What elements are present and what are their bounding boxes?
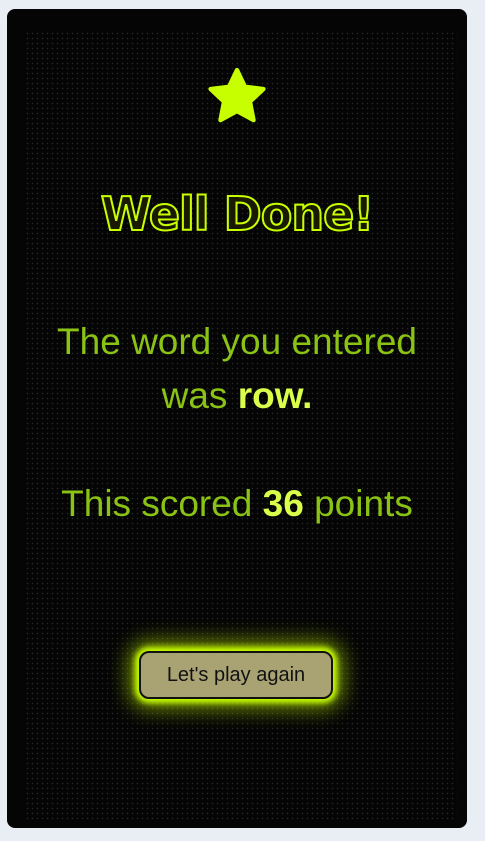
score-value: 36: [262, 483, 304, 524]
word-message: The word you entered was row.: [47, 315, 427, 423]
result-content: Well Done! The word you entered was row.…: [7, 9, 467, 828]
result-card: Well Done! The word you entered was row.…: [7, 9, 467, 828]
entered-word: row.: [237, 375, 313, 416]
score-prefix: This scored: [61, 483, 263, 524]
score-message: This scored 36 points: [47, 477, 427, 531]
well-done-title: Well Done!: [100, 187, 376, 241]
star-icon: [208, 67, 266, 123]
play-again-button[interactable]: Let's play again: [139, 651, 333, 699]
score-suffix: points: [303, 483, 413, 524]
